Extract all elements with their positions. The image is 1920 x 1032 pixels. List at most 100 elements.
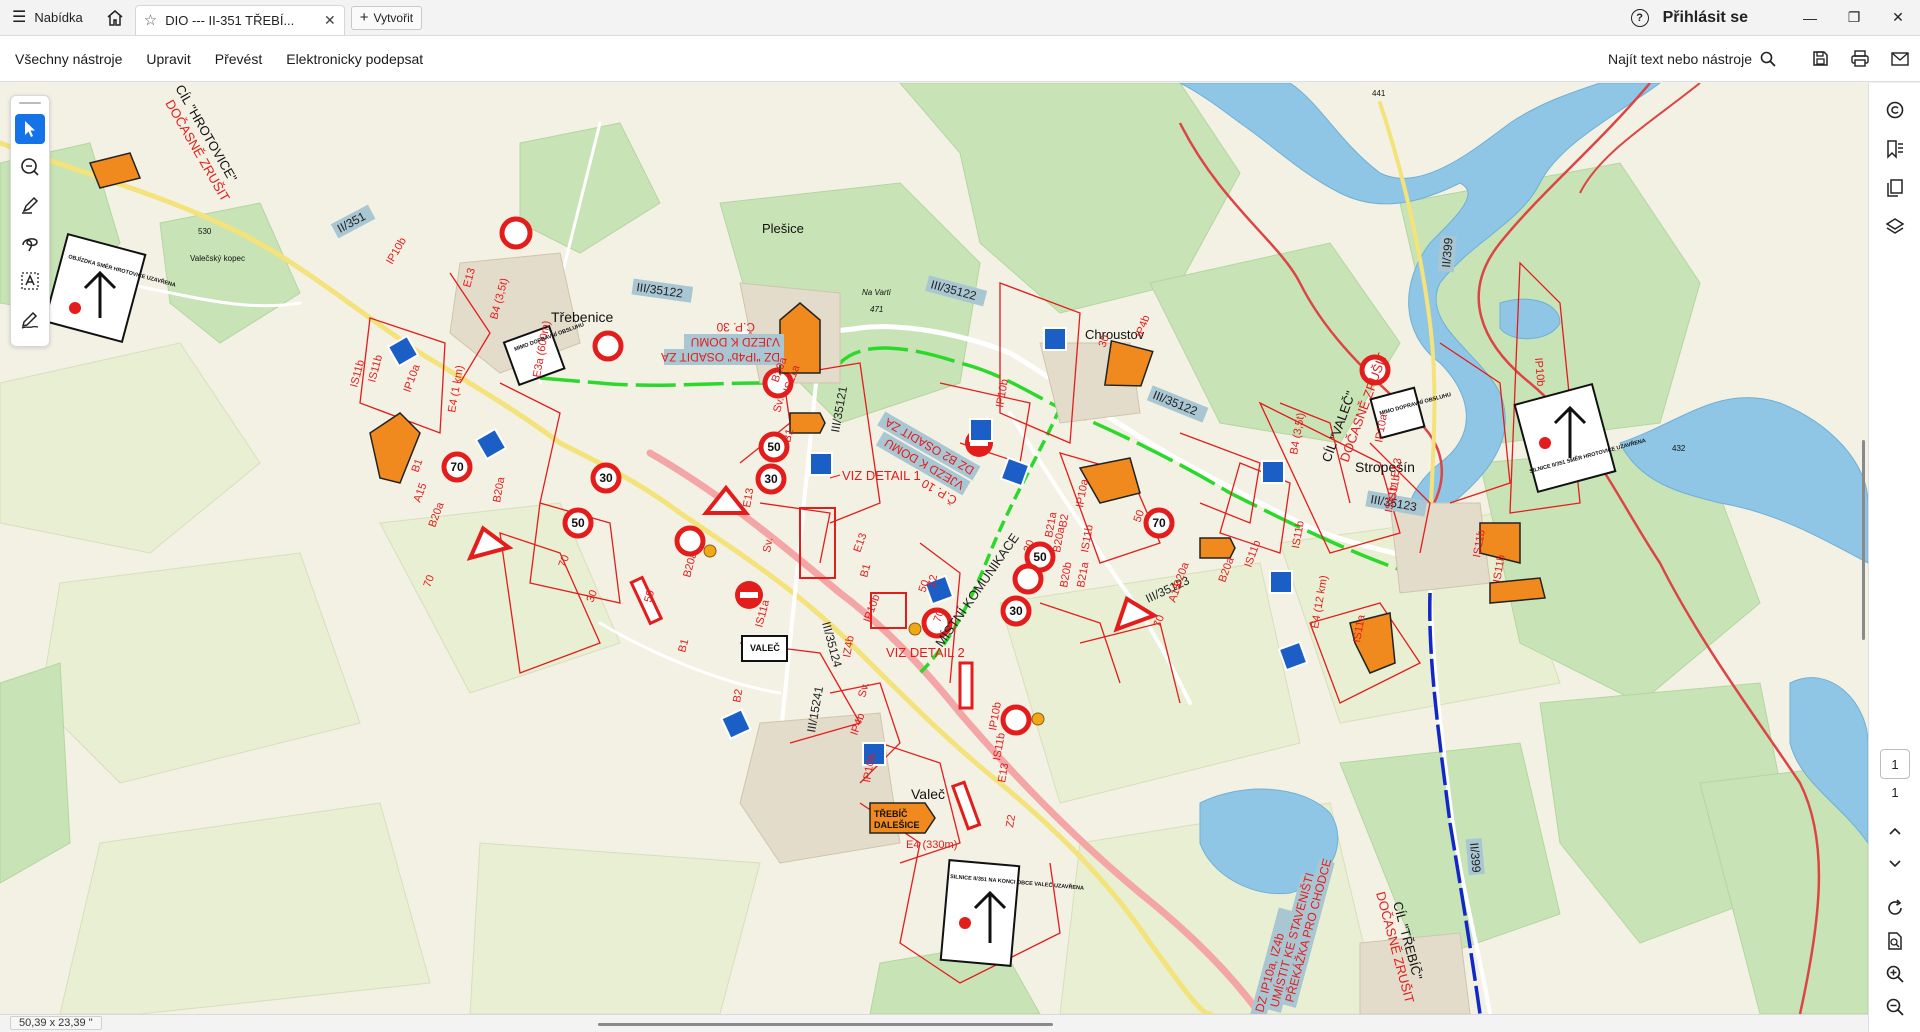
current-page-input[interactable]: 1 <box>1880 749 1910 779</box>
status-bar: 50,39 x 23,39 " <box>0 1014 1868 1032</box>
place-plesice: Plešice <box>762 221 804 236</box>
total-pages: 1 <box>1891 785 1899 800</box>
sign-code-label: B2 <box>1057 513 1071 528</box>
elevation-530: 530 <box>198 227 212 236</box>
place-stropesin: Stropešín <box>1355 459 1415 475</box>
help-icon[interactable]: ? <box>1630 8 1649 27</box>
right-sidebar: 1 1 <box>1868 83 1920 1032</box>
menu-all-tools[interactable]: Všechny nástroje <box>0 36 134 82</box>
find-text-tools[interactable]: Najít text nebo nástroje <box>1608 51 1776 67</box>
page-settings-button[interactable] <box>1880 926 1910 956</box>
speed-30-b: 30 <box>764 472 778 486</box>
dio-map: 70 30 50 50 30 70 50 30 Třebenice Plešic… <box>0 83 1868 1014</box>
dir-sign-dalesice: DALEŠICE <box>874 819 920 830</box>
save-button[interactable] <box>1800 36 1840 82</box>
place-valec: Valeč <box>911 786 945 802</box>
place-na-varti: Na Varti <box>862 288 891 297</box>
comment-tool[interactable] <box>15 152 45 182</box>
sign-code-label: Z2 <box>1004 814 1018 829</box>
pages-button[interactable] <box>1880 173 1910 203</box>
menu-convert[interactable]: Převést <box>203 36 274 82</box>
zoom-out-button[interactable] <box>1880 992 1910 1022</box>
draw-tool[interactable] <box>15 228 45 258</box>
ai-assistant-icon <box>1886 101 1904 119</box>
detail-label-2: VIZ DETAIL 2 <box>886 645 965 660</box>
pen-icon <box>22 196 39 214</box>
document-tab-title: DIO --- II-351 TŘEBÍ... <box>165 12 295 28</box>
refresh-icon <box>1888 899 1902 915</box>
print-icon <box>1851 50 1869 67</box>
sign-tool[interactable] <box>15 304 45 334</box>
note-ip4b: DZ "IP4b" OSADIT ZA <box>661 350 780 364</box>
document-viewport[interactable]: 70 30 50 50 30 70 50 30 Třebenice Plešic… <box>0 83 1868 1014</box>
text-select-tool[interactable] <box>15 266 45 296</box>
previous-page-button[interactable] <box>1880 816 1910 846</box>
speed-30-c: 30 <box>1009 604 1023 618</box>
minimize-icon[interactable]: — <box>1788 0 1832 36</box>
sign-code-label: E4 (330m) <box>906 839 957 851</box>
speed-50-a: 50 <box>571 516 585 530</box>
hamburger-icon: ☰ <box>12 8 27 26</box>
note-ip4b-cp: Č.P. 30 <box>716 320 755 335</box>
place-valecsky-kopec: Valečský kopec <box>190 254 245 263</box>
chevron-up-icon <box>1889 827 1901 835</box>
freehand-icon <box>22 238 38 252</box>
layers-icon <box>1885 218 1905 234</box>
star-icon[interactable]: ☆ <box>144 11 157 29</box>
email-button[interactable] <box>1880 36 1920 82</box>
vertical-scrollbar[interactable] <box>1862 440 1865 640</box>
home-button[interactable] <box>95 0 135 36</box>
select-tool[interactable] <box>15 114 45 144</box>
ai-assistant-button[interactable] <box>1880 95 1910 125</box>
rotate-button[interactable] <box>1880 893 1910 923</box>
print-button[interactable] <box>1840 36 1880 82</box>
search-icon <box>1760 51 1776 67</box>
zoom-in-button[interactable] <box>1880 959 1910 989</box>
speed-30-a: 30 <box>599 471 613 485</box>
elevation-471: 471 <box>870 305 883 314</box>
menu-edit[interactable]: Upravit <box>134 36 202 82</box>
text-box-icon <box>21 272 39 290</box>
highlight-tool[interactable] <box>15 190 45 220</box>
zoom-out-icon <box>1886 998 1904 1016</box>
bookmarks-button[interactable] <box>1880 134 1910 164</box>
detail-label-1: VIZ DETAIL 1 <box>842 468 921 483</box>
menu-e-sign[interactable]: Elektronicky podepsat <box>274 36 435 82</box>
road-label-ii399-a: II/399 <box>1439 237 1456 268</box>
tab-bar: ☰ Nabídka ☆ DIO --- II-351 TŘEBÍ... ✕ + … <box>0 0 1920 36</box>
tabbar-right: ? Přihlásit se — ❐ ✕ <box>1630 0 1920 36</box>
elevation-441: 441 <box>1372 89 1386 98</box>
close-tab-icon[interactable]: ✕ <box>324 12 336 29</box>
road-label-ii399-b: II/399 <box>1467 842 1484 873</box>
speed-50-c: 50 <box>1033 550 1047 564</box>
chevron-down-icon <box>1889 860 1901 868</box>
save-icon <box>1812 51 1828 66</box>
create-button[interactable]: + Vytvořit <box>350 5 423 30</box>
next-page-button[interactable] <box>1880 849 1910 879</box>
bookmark-icon <box>1887 140 1903 159</box>
page-dimensions: 50,39 x 23,39 " <box>10 1016 102 1030</box>
annotation-toolbar <box>10 95 50 347</box>
horizontal-scrollbar[interactable] <box>598 1023 1053 1026</box>
plus-icon: + <box>359 9 369 26</box>
signature-pen-icon <box>21 311 39 329</box>
cursor-icon <box>25 121 35 137</box>
document-tab[interactable]: ☆ DIO --- II-351 TŘEBÍ... ✕ <box>134 4 345 35</box>
pdf-viewer-app: ☰ Nabídka ☆ DIO --- II-351 TŘEBÍ... ✕ + … <box>0 0 1920 1032</box>
copy-pages-icon <box>1887 179 1903 197</box>
sign-code-label: B2 <box>731 688 745 703</box>
speed-50-b: 50 <box>767 440 781 454</box>
dir-sign-trebic: TŘEBÍČ <box>874 808 908 819</box>
sign-code-label: IP10b <box>1532 357 1546 387</box>
layers-button[interactable] <box>1880 212 1910 242</box>
sign-in-button[interactable]: Přihlásit se <box>1663 9 1748 27</box>
create-label: Vytvořit <box>373 10 414 25</box>
restore-icon[interactable]: ❐ <box>1832 0 1876 36</box>
window-close-icon[interactable]: ✕ <box>1876 0 1920 36</box>
speed-70-b: 70 <box>1152 516 1166 530</box>
zoom-in-icon <box>1886 965 1904 983</box>
menu-button[interactable]: ☰ Nabídka <box>0 0 95 36</box>
note-ip4b-vjezd: VJEZD K DOMU <box>691 335 780 349</box>
menu-bar: Všechny nástroje Upravit Převést Elektro… <box>0 36 1920 82</box>
dir-sign-valec: VALEČ <box>750 642 780 653</box>
